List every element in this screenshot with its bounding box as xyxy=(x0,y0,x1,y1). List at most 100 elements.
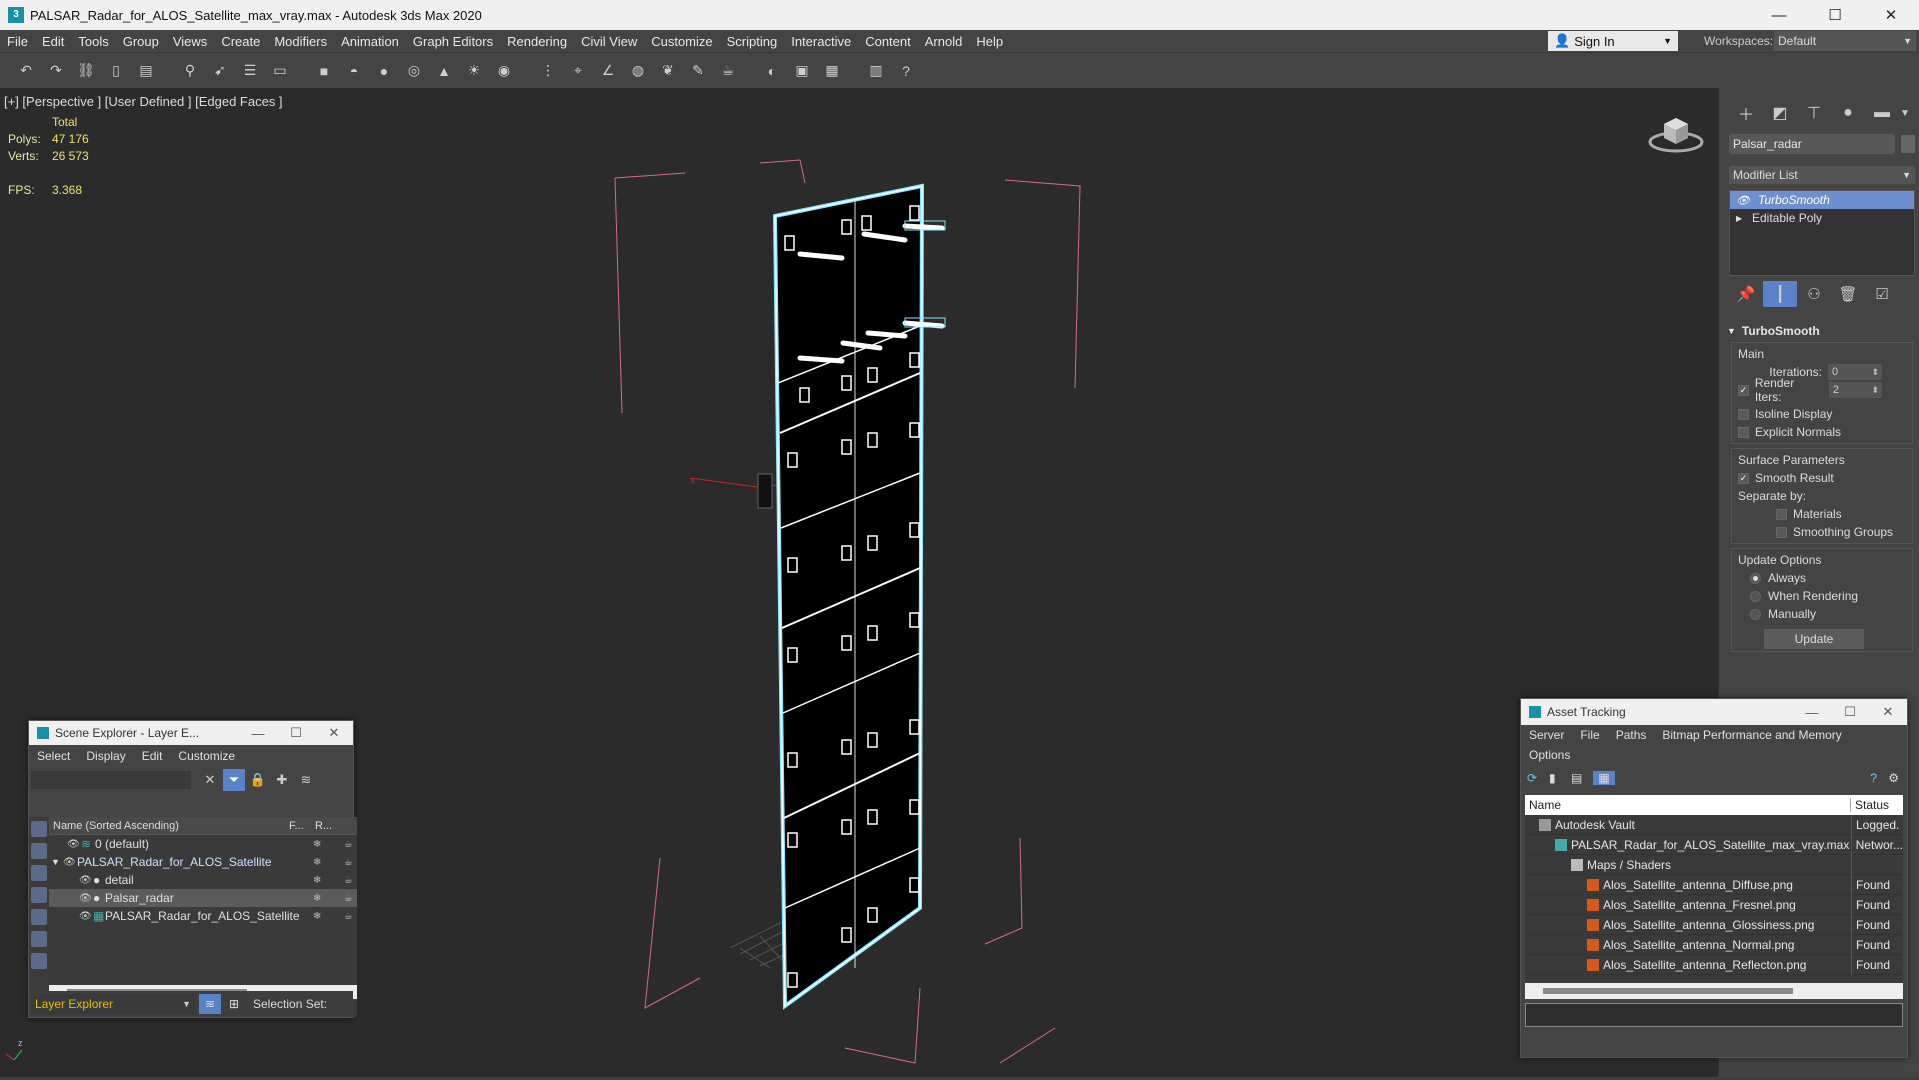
configure-sets-icon[interactable]: ☑ xyxy=(1865,281,1899,307)
materials-checkbox[interactable] xyxy=(1776,508,1787,520)
table-row[interactable]: Autodesk Vault Logged. xyxy=(1525,814,1903,835)
menu-edit[interactable]: Edit xyxy=(35,34,71,49)
at-menu-server[interactable]: Server xyxy=(1521,728,1572,742)
layer-explorer-dropdown[interactable]: Layer Explorer ▼ xyxy=(31,994,195,1014)
menu-scripting[interactable]: Scripting xyxy=(720,34,785,49)
teapot-icon[interactable]: ☕ xyxy=(716,59,740,83)
unlink-icon[interactable]: ▯ xyxy=(104,59,128,83)
search-input[interactable] xyxy=(31,771,191,789)
make-unique-icon[interactable]: ⚇ xyxy=(1797,281,1831,307)
horizontal-scrollbar[interactable] xyxy=(1525,983,1903,999)
menu-help[interactable]: Help xyxy=(969,34,1010,49)
selection-filter-icon[interactable]: ⚲ xyxy=(178,59,202,83)
render-frame-icon[interactable]: ▦ xyxy=(820,59,844,83)
close-button[interactable]: ✕ xyxy=(1863,0,1919,30)
viewport-label[interactable]: [+] [Perspective ] [User Defined ] [Edge… xyxy=(4,94,283,109)
display-spacewarps-icon[interactable] xyxy=(31,931,47,947)
table-row[interactable]: Alos_Satellite_antenna_Fresnel.png Found xyxy=(1525,894,1903,915)
table-row[interactable]: Maps / Shaders xyxy=(1525,854,1903,875)
snap-icon[interactable]: ⌖ xyxy=(566,59,590,83)
pin-stack-icon[interactable]: 📌 xyxy=(1729,281,1763,307)
display-groups-icon[interactable] xyxy=(31,953,47,969)
rect-region-icon[interactable]: ▭ xyxy=(268,59,292,83)
menu-content[interactable]: Content xyxy=(858,34,918,49)
smooth-result-checkbox[interactable]: ✓ xyxy=(1738,472,1749,484)
render-setup-icon[interactable]: ▣ xyxy=(790,59,814,83)
link-icon[interactable]: ⛓ xyxy=(74,59,98,83)
render-iters-checkbox[interactable]: ✓ xyxy=(1738,384,1749,396)
maximize-button[interactable]: ☐ xyxy=(277,721,315,745)
leaf-icon[interactable]: ❦ xyxy=(656,59,680,83)
omni-light-icon[interactable]: ◉ xyxy=(492,59,516,83)
layers-toggle-icon[interactable]: ≋ xyxy=(199,994,221,1014)
table-row[interactable]: Alos_Satellite_antenna_Normal.png Found xyxy=(1525,934,1903,955)
menu-customize[interactable]: Customize xyxy=(644,34,719,49)
minimize-button[interactable]: — xyxy=(239,721,277,745)
menu-graph-editors[interactable]: Graph Editors xyxy=(406,34,500,49)
display-shapes-icon[interactable] xyxy=(31,843,47,859)
clear-filter-icon[interactable]: ✕ xyxy=(199,769,221,791)
motion-tab-icon[interactable]: ● xyxy=(1831,100,1865,126)
freeze-icon[interactable]: ❄ xyxy=(313,857,321,868)
filter-icon[interactable]: ⏷ xyxy=(223,769,245,791)
list-item[interactable]: ▼ 👁 PALSAR_Radar_for_ALOS_Satellite ❄ ☕ xyxy=(49,853,357,871)
expand-triangle-icon[interactable]: ▶ xyxy=(1736,214,1752,223)
light-icon[interactable]: ☀ xyxy=(462,59,486,83)
col-status-header[interactable]: Status xyxy=(1851,798,1889,812)
mesh-icon[interactable]: ⋮ xyxy=(536,59,560,83)
menu-civil-view[interactable]: Civil View xyxy=(574,34,644,49)
display-cameras-icon[interactable] xyxy=(31,887,47,903)
redo-icon[interactable]: ↷ xyxy=(44,59,68,83)
add-layer-icon[interactable]: ✚ xyxy=(271,769,293,791)
menu-modifiers[interactable]: Modifiers xyxy=(267,34,334,49)
se-menu-display[interactable]: Display xyxy=(78,749,133,763)
manually-radio[interactable] xyxy=(1750,608,1761,620)
eye-icon[interactable]: 👁 xyxy=(79,875,93,886)
at-menu-file[interactable]: File xyxy=(1572,728,1607,742)
render-icon[interactable]: ☕ xyxy=(344,875,353,886)
palsar-radar-panel[interactable] xyxy=(772,183,946,1010)
maximize-button[interactable]: ☐ xyxy=(1831,699,1869,725)
lock-icon[interactable]: 🔒 xyxy=(247,769,269,791)
menu-rendering[interactable]: Rendering xyxy=(500,34,574,49)
at-menu-options[interactable]: Options xyxy=(1521,748,1578,762)
menu-arnold[interactable]: Arnold xyxy=(918,34,970,49)
eye-icon[interactable]: 👁 xyxy=(79,893,93,904)
at-menu-paths[interactable]: Paths xyxy=(1608,728,1655,742)
scrollbar-thumb[interactable] xyxy=(1543,988,1793,994)
update-button[interactable]: Update xyxy=(1764,629,1864,649)
torus-icon[interactable]: ◎ xyxy=(402,59,426,83)
archive-icon[interactable]: ▥ xyxy=(864,59,888,83)
angle-snap-icon[interactable]: ∠ xyxy=(596,59,620,83)
settings-icon[interactable]: ⚙ xyxy=(1888,771,1899,785)
help-icon[interactable]: ? xyxy=(1870,771,1877,785)
asset-path-input[interactable] xyxy=(1525,1003,1903,1027)
stack-item-editable-poly[interactable]: ▶ Editable Poly xyxy=(1730,209,1914,227)
scene-explorer-titlebar[interactable]: Scene Explorer - Layer E... — ☐ ✕ xyxy=(29,721,353,745)
box-icon[interactable]: ■ xyxy=(312,59,336,83)
cone-icon[interactable]: ▲ xyxy=(432,59,456,83)
at-menu-bitmap[interactable]: Bitmap Performance and Memory xyxy=(1654,728,1849,742)
remove-modifier-icon[interactable]: 🗑 xyxy=(1831,281,1865,307)
isoline-checkbox[interactable] xyxy=(1738,408,1749,420)
menu-group[interactable]: Group xyxy=(116,34,166,49)
display-geometry-icon[interactable] xyxy=(31,821,47,837)
col-name-header[interactable]: Name xyxy=(1525,798,1851,812)
minimize-button[interactable]: — xyxy=(1793,699,1831,725)
eye-icon[interactable]: 👁 xyxy=(79,911,93,922)
render-iters-spinner[interactable]: 2 xyxy=(1828,382,1882,398)
table-row[interactable]: Alos_Satellite_antenna_Glossiness.png Fo… xyxy=(1525,914,1903,935)
freeze-icon[interactable]: ❄ xyxy=(313,839,321,850)
menu-interactive[interactable]: Interactive xyxy=(784,34,858,49)
col-r-header[interactable]: R... xyxy=(315,820,332,832)
select-by-name-icon[interactable]: ☰ xyxy=(238,59,262,83)
modifier-list-dropdown[interactable]: Modifier List ▼ xyxy=(1729,166,1915,184)
layers-icon[interactable]: ≋ xyxy=(295,769,317,791)
se-menu-edit[interactable]: Edit xyxy=(134,749,171,763)
minimize-button[interactable]: — xyxy=(1751,0,1807,30)
list-view-icon[interactable]: ▮ xyxy=(1549,771,1571,785)
grid-view-icon[interactable]: ▦ xyxy=(1593,771,1615,785)
sphere-icon[interactable]: ● xyxy=(372,59,396,83)
menu-views[interactable]: Views xyxy=(166,34,214,49)
menu-animation[interactable]: Animation xyxy=(334,34,406,49)
